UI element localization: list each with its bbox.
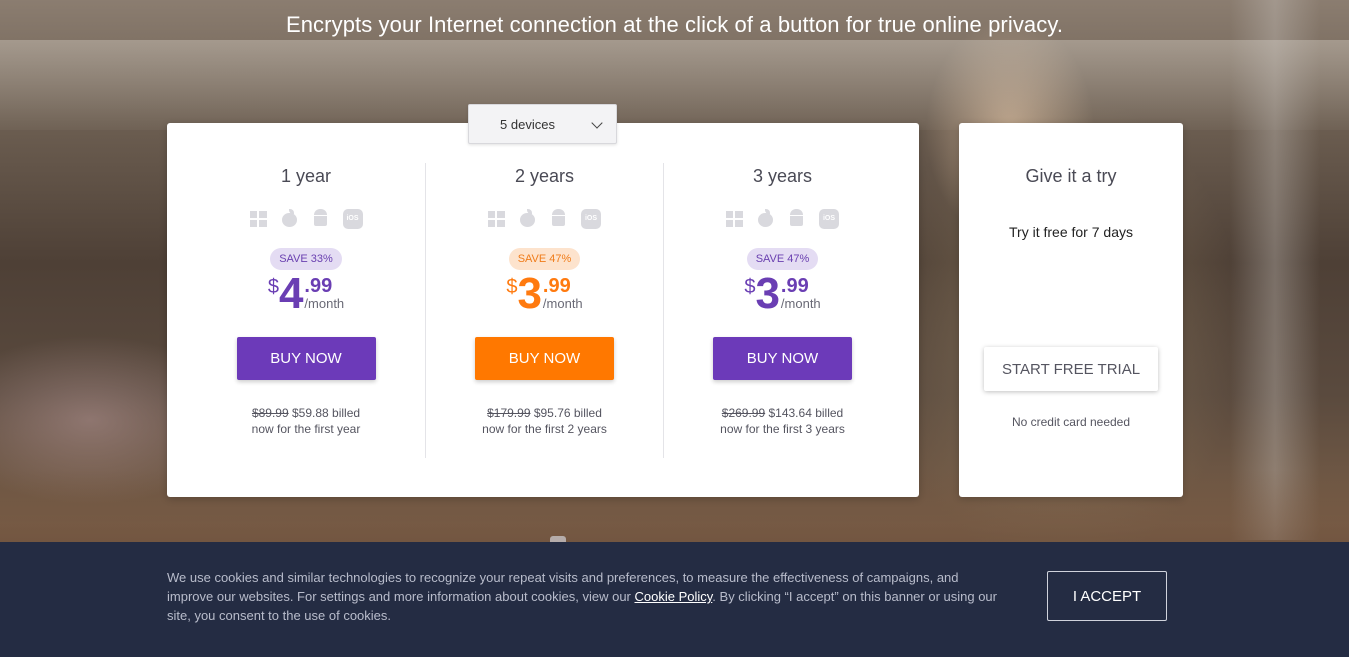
plan-title: 2 years (514, 166, 575, 186)
platform-icons: iOS (187, 209, 425, 229)
price: $ 4 .99 /month (187, 272, 425, 316)
price-currency: $ (744, 276, 756, 298)
price-decimal: .99 (780, 275, 809, 297)
plan-title: 3 years (752, 166, 813, 186)
save-badge: SAVE 47% (508, 248, 581, 270)
accept-cookies-button[interactable]: I ACCEPT (1047, 571, 1167, 621)
devices-dropdown[interactable]: 5 devices (468, 104, 617, 144)
trial-note: No credit card needed (1011, 415, 1131, 429)
apple-icon (757, 209, 774, 227)
trial-title: Give it a try (1025, 166, 1117, 186)
price-period: /month (304, 296, 345, 311)
billing-note: $89.99 $59.88 billed now for the first y… (187, 405, 425, 437)
free-trial-card: Give it a try Try it free for 7 days STA… (959, 123, 1183, 497)
price-integer: 3 (517, 269, 542, 318)
price-decimal: .99 (542, 275, 571, 297)
hero-headline: Encrypts your Internet connection at the… (285, 12, 1064, 37)
devices-dropdown-value: 5 devices (500, 116, 555, 132)
billed-period: now for the first 2 years (482, 422, 607, 436)
apple-icon (281, 209, 298, 227)
start-free-trial-button[interactable]: START FREE TRIAL (984, 347, 1158, 391)
price-period: /month (780, 296, 821, 311)
plan-title: 1 year (280, 166, 332, 186)
billed-period: now for the first 3 years (720, 422, 845, 436)
pricing-card: 1 year iOS SAVE 33% $ 4 .99 /month BUY N… (167, 123, 919, 497)
windows-icon (488, 211, 505, 229)
platform-icons: iOS (664, 209, 901, 229)
price-currency: $ (267, 276, 279, 298)
price-decimal: .99 (304, 275, 333, 297)
ios-icon: iOS (342, 209, 363, 229)
cookie-text: We use cookies and similar technologies … (167, 568, 1007, 625)
billed-amount: $59.88 billed (288, 406, 361, 420)
platform-icons: iOS (426, 209, 663, 229)
cookie-policy-link[interactable]: Cookie Policy (635, 589, 713, 604)
android-icon (312, 209, 329, 227)
price-currency: $ (506, 276, 518, 298)
price-integer: 4 (278, 269, 304, 318)
buy-now-button-1-year[interactable]: BUY NOW (236, 337, 376, 380)
plan-3-years: 3 years iOS SAVE 47% $ 3 .99 /month BUY … (663, 163, 901, 458)
buy-now-button-2-years[interactable]: BUY NOW (475, 337, 614, 380)
old-price: $179.99 (487, 406, 531, 420)
windows-icon (726, 211, 743, 229)
billing-note: $269.99 $143.64 billed now for the first… (664, 405, 901, 437)
price: $ 3 .99 /month (664, 272, 901, 316)
windows-icon (249, 211, 267, 229)
plan-2-years: 2 years iOS SAVE 47% $ 3 .99 /month BUY … (425, 163, 663, 458)
price-period: /month (542, 296, 583, 311)
android-icon (788, 209, 805, 227)
buy-now-button-3-years[interactable]: BUY NOW (713, 337, 852, 380)
billed-amount: $143.64 billed (765, 406, 844, 420)
cookie-banner: We use cookies and similar technologies … (0, 542, 1349, 657)
ios-icon: iOS (819, 209, 839, 229)
android-icon (550, 209, 567, 227)
price: $ 3 .99 /month (426, 272, 663, 316)
chevron-down-icon (591, 117, 603, 129)
apple-icon (519, 209, 536, 227)
billed-amount: $95.76 billed (530, 406, 602, 420)
background-pillar (1230, 0, 1320, 540)
save-badge: SAVE 47% (746, 248, 819, 270)
old-price: $269.99 (721, 406, 766, 420)
background-ceiling-light (0, 40, 1349, 130)
trial-subtitle: Try it free for 7 days (1009, 224, 1133, 240)
billing-note: $179.99 $95.76 billed now for the first … (426, 405, 663, 437)
price-integer: 3 (755, 269, 780, 318)
billed-period: now for the first year (251, 422, 361, 436)
old-price: $89.99 (251, 406, 289, 420)
ios-icon: iOS (581, 209, 601, 229)
save-badge: SAVE 33% (270, 248, 342, 270)
plan-1-year: 1 year iOS SAVE 33% $ 4 .99 /month BUY N… (187, 163, 425, 458)
